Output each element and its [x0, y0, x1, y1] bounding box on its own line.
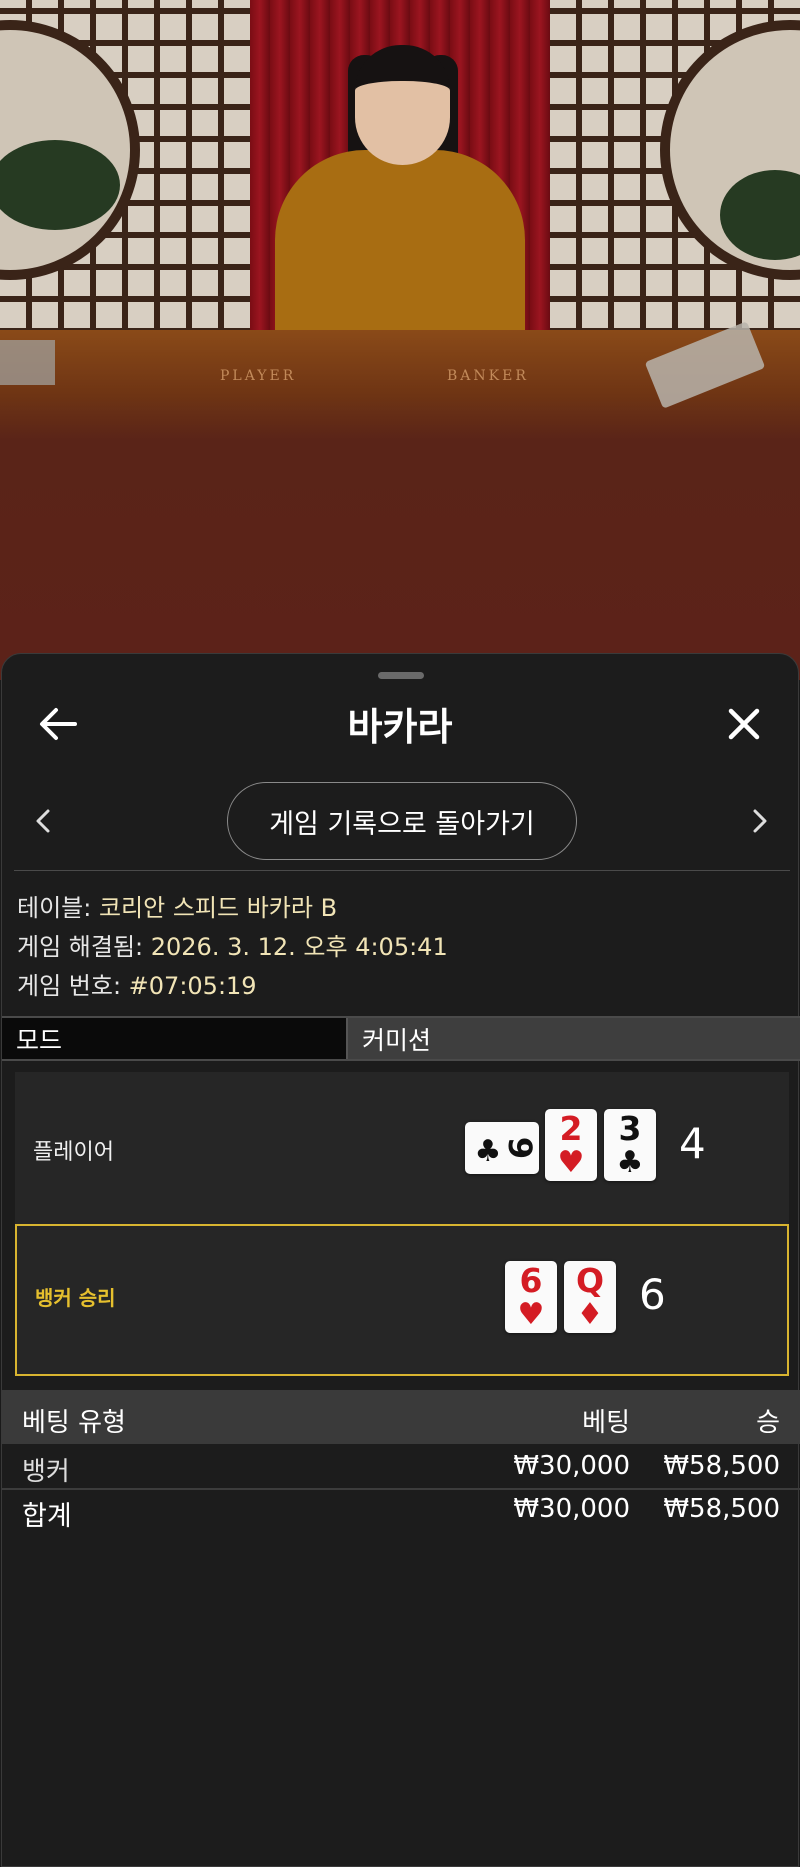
tab-commission[interactable]: 커미션 — [346, 1018, 800, 1059]
resolved-value: 2026. 3. 12. 오후 4:05:41 — [150, 933, 448, 961]
divider — [14, 870, 790, 871]
player-card-2: 2 ♥ — [545, 1109, 597, 1181]
game-number-value: #07:05:19 — [128, 972, 257, 1000]
card-suit: ♥ — [557, 1145, 585, 1180]
banker-hand: 뱅커 승리 6 ♥ Q ♦ 6 — [15, 1224, 789, 1376]
total-row: 합계 ₩30,000 ₩58,500 — [2, 1492, 800, 1532]
game-number-info: 게임 번호: #07:05:19 — [17, 966, 257, 1001]
win-amount: ₩58,500 — [663, 1451, 780, 1481]
mode-tabs: 모드 커미션 — [2, 1016, 800, 1061]
card-suit: ♣ — [474, 1134, 502, 1169]
back-to-history-button[interactable]: 게임 기록으로 돌아가기 — [227, 782, 577, 860]
banker-score: 6 — [639, 1270, 666, 1319]
card-rank: 2 — [559, 1109, 583, 1148]
table-row: 뱅커 ₩30,000 ₩58,500 — [2, 1449, 800, 1487]
card-rank: Q — [575, 1261, 605, 1300]
felt-player-label: PLAYER — [220, 368, 297, 384]
game-number-label: 게임 번호: — [17, 972, 129, 1000]
page-title: 바카라 — [347, 705, 453, 749]
card-rank: 6 — [519, 1261, 543, 1300]
felt-banker-label: BANKER — [447, 368, 529, 384]
next-game-button[interactable] — [735, 796, 785, 846]
resolved-info: 게임 해결됨: 2026. 3. 12. 오후 4:05:41 — [17, 927, 448, 962]
total-bet: ₩30,000 — [513, 1494, 630, 1524]
banker-card-2: Q ♦ — [564, 1261, 616, 1333]
live-video-stream: PLAYER BANKER — [0, 0, 800, 680]
header-bet-type: 베팅 유형 — [22, 1408, 126, 1438]
card-rank: 3 — [618, 1109, 642, 1148]
dealer-head — [355, 45, 450, 165]
player-card-1: 9 ♣ — [465, 1122, 539, 1174]
player-card-3: 3 ♣ — [604, 1109, 656, 1181]
table-value: 코리안 스피드 바카라 B — [98, 894, 338, 922]
sheet-drag-handle[interactable] — [378, 672, 424, 679]
card-rank: 9 — [501, 1136, 539, 1160]
row-divider — [2, 1488, 800, 1490]
player-label: 플레이어 — [33, 1140, 114, 1165]
card-suit: ♥ — [517, 1297, 545, 1332]
bets-table-header: 베팅 유형 베팅 승 — [2, 1390, 800, 1444]
card-suit: ♦ — [576, 1297, 604, 1332]
bet-amount: ₩30,000 — [513, 1451, 630, 1481]
previous-game-button[interactable] — [18, 796, 68, 846]
history-navigation: 게임 기록으로 돌아가기 — [2, 782, 798, 860]
tab-mode[interactable]: 모드 — [2, 1018, 346, 1059]
header-win: 승 — [756, 1408, 780, 1438]
header-bet: 베팅 — [582, 1408, 630, 1438]
bet-type: 뱅커 — [22, 1457, 70, 1487]
total-win: ₩58,500 — [663, 1494, 780, 1524]
chevron-right-icon — [753, 809, 767, 833]
table-label: 테이블: — [17, 894, 99, 922]
player-score: 4 — [679, 1119, 706, 1168]
close-button[interactable] — [716, 696, 772, 752]
dealer — [275, 150, 525, 360]
table-info: 테이블: 코리안 스피드 바카라 B — [17, 888, 337, 923]
player-hand: 플레이어 9 ♣ 2 ♥ 3 ♣ 4 — [15, 1072, 789, 1224]
resolved-label: 게임 해결됨: — [17, 933, 151, 961]
total-label: 합계 — [22, 1501, 72, 1532]
discard-tray — [0, 340, 55, 385]
banker-card-1: 6 ♥ — [505, 1261, 557, 1333]
game-history-sheet: 바카라 게임 기록으로 돌아가기 테이블: 코리안 스피드 바카라 B 게임 해… — [1, 653, 800, 1867]
chevron-left-icon — [36, 809, 50, 833]
banker-win-label: 뱅커 승리 — [35, 1286, 116, 1310]
close-icon — [728, 708, 760, 740]
card-suit: ♣ — [616, 1145, 644, 1180]
